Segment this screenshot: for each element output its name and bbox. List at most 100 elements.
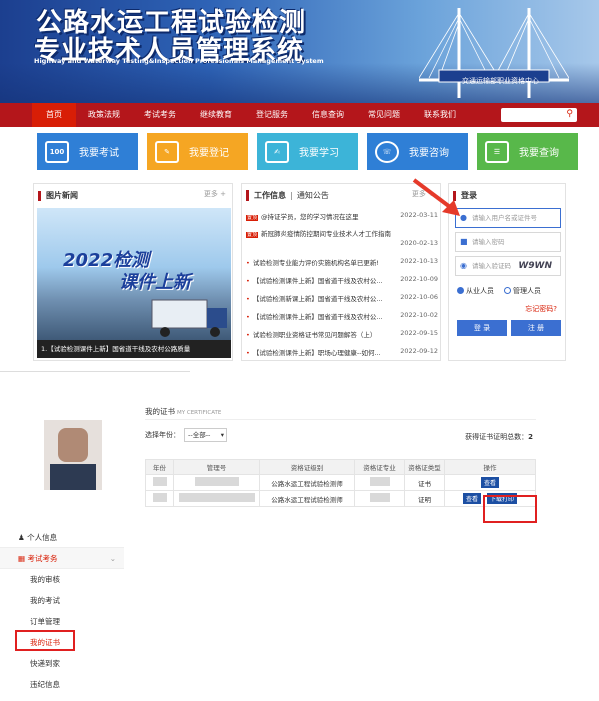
redacted-value [194, 477, 239, 486]
tile-study[interactable]: ✍ 我要学习 [257, 133, 358, 170]
nav-contact[interactable]: 联系我们 [412, 103, 468, 127]
news-item[interactable]: • 【试验检测新课上新】国省道干线及农村公... 2022-10-06 [246, 293, 438, 303]
cell-major [354, 490, 405, 507]
news-item[interactable]: • 【试验检测课件上新】国省道干线及农村公... 2022-10-09 [246, 275, 438, 285]
certificate-title-cn: 我的证书 [145, 407, 175, 416]
register-button[interactable]: 注 册 [511, 320, 561, 336]
bullet-icon: • [246, 313, 250, 321]
headset-icon: ☏ [375, 140, 399, 163]
certificate-total: 获得证书证明总数：2 [465, 432, 533, 442]
pinned-badge: 置顶 [246, 232, 259, 238]
nav-education[interactable]: 继续教育 [188, 103, 244, 127]
news-item[interactable]: • 试验检测专业能力评价实施机构名单已更新! 2022-10-13 [246, 257, 438, 267]
news-item[interactable]: 置顶 新冠肺炎疫情防控期间专业技术人才工作指南 [246, 228, 438, 238]
certificate-title-en: MY CERTIFICATE [177, 410, 222, 416]
sidebar-item-my-exam[interactable]: 我的考试 [0, 590, 124, 611]
picture-news-panel: 图片新闻 更多 + 2022检测 课件上新 1.【试验检测课件上新】国省道干线及… [33, 183, 233, 361]
password-field[interactable]: ■ 请输入密码 [455, 232, 561, 252]
column-header: 资格证类型 [404, 459, 445, 475]
news-item[interactable]: • 【试验检测课件上新】职场心理健康--如何... 2022-09-12 [246, 347, 438, 357]
bullet-icon: • [246, 331, 250, 339]
exam-icon: 100 [45, 140, 69, 163]
user-icon: ♟ [18, 533, 28, 542]
news-title: 【试验检测课件上新】职场心理健康--如何... [252, 349, 381, 357]
news-image-caption[interactable]: 1.【试验检测课件上新】国省道干线及农村公路质量 [37, 340, 231, 358]
cell-major [354, 474, 405, 491]
nav-registration[interactable]: 登记服务 [244, 103, 300, 127]
news-date: 2022-09-12 [400, 347, 438, 355]
total-value: 2 [528, 433, 533, 441]
view-button[interactable]: 查看 [480, 477, 499, 488]
shield-icon: ◉ [460, 261, 467, 270]
bullet-icon: • [246, 277, 250, 285]
news-tabs: 工作信息 | 通知公告 [246, 190, 440, 201]
cell-type: 证书 [404, 474, 445, 491]
certificate-title: 我的证书 MY CERTIFICATE [145, 406, 221, 417]
news-item[interactable]: • 试验检测职业资格证书常见问题解答（上） 2022-09-15 [246, 329, 438, 339]
tile-register[interactable]: ✎ 我要登记 [147, 133, 248, 170]
search-icon[interactable]: ⚲ [566, 109, 573, 119]
bullet-icon: • [246, 295, 250, 303]
news-title: 试验检测专业能力评价实施机构名单已更新! [252, 259, 379, 267]
main-nav: 首页 政策法规 考试考务 继续教育 登记服务 信息查询 常见问题 联系我们 ⚲ [0, 103, 599, 127]
forgot-password-link[interactable]: 忘记密码? [525, 304, 557, 314]
sidebar-item-orders[interactable]: 订单管理 [0, 611, 124, 632]
tile-consult[interactable]: ☏ 我要咨询 [367, 133, 468, 170]
work-news-panel: 工作信息 | 通知公告 更多 + 置顶 @持证学员，您的学习情况在这里 2022-0… [241, 183, 441, 361]
sidebar-item-review[interactable]: 我的审核 [0, 569, 124, 590]
radio-practitioner[interactable]: 从业人员 [457, 286, 494, 296]
sidebar-item-exam[interactable]: ▦ 考试考务 ⌄ [0, 548, 124, 569]
cell-year [145, 490, 174, 507]
search-input[interactable]: ⚲ [501, 108, 577, 122]
query-icon: ☰ [485, 140, 509, 163]
tab-work-info[interactable]: 工作信息 [254, 190, 286, 201]
study-icon: ✍ [265, 140, 289, 163]
sidebar-item-personal[interactable]: ♟ 个人信息 [0, 527, 124, 548]
news-date-row: 2020-02-13 [246, 239, 438, 247]
url-strip [0, 364, 190, 372]
username-field[interactable]: ● 请输入用户名或证件号 [455, 208, 561, 228]
avatar-shoulders [50, 464, 96, 490]
sidebar-item-delivery[interactable]: 快递到家 [0, 653, 124, 674]
annotation-arrow-icon [412, 178, 460, 216]
annotation-highlight-box [483, 495, 537, 523]
avatar [44, 420, 102, 490]
news-title: 【试验检测新课上新】国省道干线及农村公... [252, 295, 383, 303]
nav-home[interactable]: 首页 [32, 103, 76, 127]
column-header: 资格证专业 [354, 459, 405, 475]
tab-notices[interactable]: 通知公告 [297, 190, 329, 201]
nav-exam[interactable]: 考试考务 [132, 103, 188, 127]
user-sidebar: ♟ 个人信息 ▦ 考试考务 ⌄ 我的审核 我的考试 订单管理 我的证书 快递到家 … [0, 527, 124, 695]
captcha-field[interactable]: ◉ 请输入验证码 W9WN [455, 256, 561, 276]
news-item[interactable]: • 【试验检测课件上新】国省道干线及农村公... 2022-10-02 [246, 311, 438, 321]
tile-label: 我要查询 [519, 148, 559, 159]
news-title: @持证学员，您的学习情况在这里 [261, 213, 359, 221]
cell-level: 公路水运工程试验检测师 [259, 474, 355, 491]
news-title: 新冠肺炎疫情防控期间专业技术人才工作指南 [261, 230, 392, 238]
password-placeholder: 请输入密码 [472, 238, 505, 246]
sidebar-item-violations[interactable]: 违纪信息 [0, 674, 124, 695]
tile-exam[interactable]: 100 我要考试 [37, 133, 138, 170]
column-header: 资格证级别 [259, 459, 355, 475]
captcha-image[interactable]: W9WN [518, 257, 552, 275]
tile-query[interactable]: ☰ 我要查询 [477, 133, 578, 170]
picture-news-more-link[interactable]: 更多 + [204, 189, 226, 199]
year-select[interactable]: --全部-- ▾ [184, 428, 227, 442]
nav-query[interactable]: 信息查询 [300, 103, 356, 127]
table-row: 公路水运工程试验检测师 证明 查看 下载打印 [145, 490, 536, 507]
nav-policy[interactable]: 政策法规 [76, 103, 132, 127]
radio-manager[interactable]: 管理人员 [504, 286, 541, 296]
year-select-value: --全部-- [188, 431, 211, 439]
ministry-badge: 交通运输部职业资格中心 [462, 77, 539, 85]
news-image[interactable]: 2022检测 课件上新 [37, 208, 231, 340]
news-item[interactable]: 置顶 @持证学员，您的学习情况在这里 2022-03-11 [246, 211, 438, 221]
annotation-highlight-box [15, 630, 75, 651]
register-icon: ✎ [155, 140, 179, 163]
nav-faq[interactable]: 常见问题 [356, 103, 412, 127]
login-button[interactable]: 登 录 [457, 320, 507, 336]
view-button[interactable]: 查看 [462, 493, 481, 504]
news-title: 试验检测职业资格证书常见问题解答（上） [252, 331, 377, 339]
column-header: 操作 [444, 459, 536, 475]
news-date: 2020-02-13 [400, 239, 438, 247]
total-label: 获得证书证明总数： [465, 433, 529, 441]
